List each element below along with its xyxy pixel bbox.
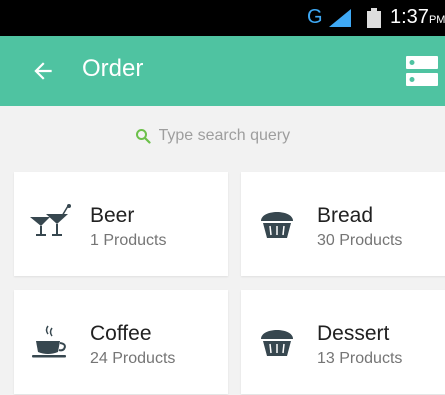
list-view-icon[interactable] <box>405 54 439 88</box>
category-count: 1 Products <box>90 232 167 249</box>
back-arrow-icon[interactable] <box>30 58 56 84</box>
network-type: G <box>307 6 323 28</box>
muffin-icon <box>261 212 293 238</box>
page-title: Order <box>82 55 144 82</box>
coffee-cup-icon <box>32 325 66 358</box>
battery-icon <box>367 8 381 28</box>
search-input[interactable] <box>156 126 311 146</box>
category-count: 30 Products <box>317 232 403 249</box>
search-bar[interactable] <box>0 106 445 166</box>
cocktail-glasses-icon <box>30 204 71 236</box>
category-name: Coffee <box>90 322 152 345</box>
app-bar: Order <box>0 36 445 106</box>
category-card-dessert[interactable]: Dessert 13 Products <box>241 290 445 394</box>
search-icon <box>135 129 151 144</box>
category-name: Beer <box>90 204 135 227</box>
category-name: Bread <box>317 204 374 227</box>
status-time: 1:37PM <box>390 6 445 28</box>
signal-icon <box>329 9 351 27</box>
category-card-beer[interactable]: Beer 1 Products <box>14 172 228 276</box>
muffin-icon <box>261 330 293 356</box>
category-card-coffee[interactable]: Coffee 24 Products <box>14 290 228 394</box>
status-bar: G 1:37PM <box>0 0 445 36</box>
category-count: 13 Products <box>317 350 403 367</box>
category-card-bread[interactable]: Bread 30 Products <box>241 172 445 276</box>
category-name: Dessert <box>317 322 390 345</box>
category-count: 24 Products <box>90 350 176 367</box>
